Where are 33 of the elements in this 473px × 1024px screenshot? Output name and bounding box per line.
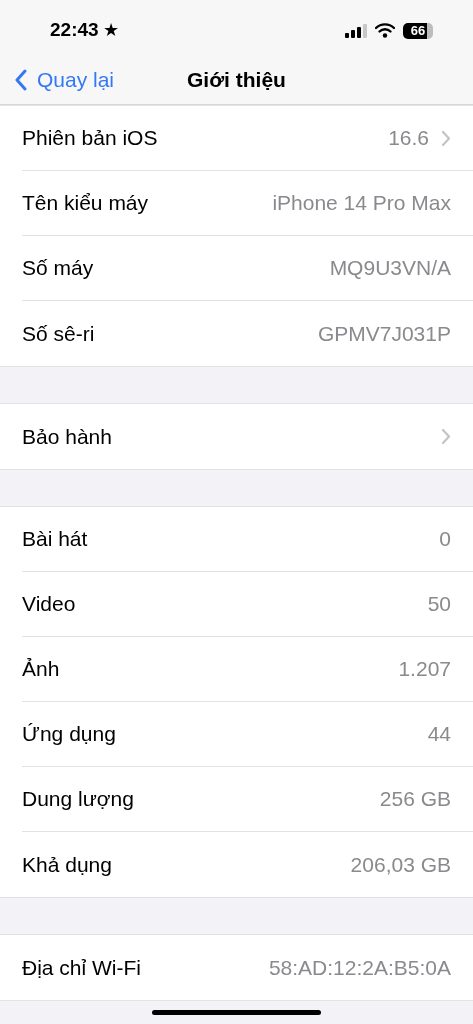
row-value: 256 GB <box>379 786 451 813</box>
row-value: MQ9U3VN/A <box>329 255 451 282</box>
signal-icon <box>345 23 367 38</box>
page-title: Giới thiệu <box>187 66 286 93</box>
chevron-right-icon[interactable] <box>441 428 451 445</box>
row-label: Dung lượng <box>22 786 134 813</box>
row-value: 16.6 <box>388 125 429 152</box>
star-glyph: ★ <box>102 19 119 42</box>
row-label: Video <box>22 591 76 618</box>
row-value: 0 <box>439 526 451 553</box>
row-label: Tên kiểu máy <box>22 190 149 217</box>
chevron-right-icon[interactable] <box>441 129 451 147</box>
row-label: Bảo hành <box>22 423 112 450</box>
row-label: Phiên bản iOS <box>22 125 158 152</box>
row-label: Số máy <box>22 255 94 282</box>
row-label: Khả dụng <box>22 851 112 878</box>
row-value: 1.207 <box>398 656 451 683</box>
row-value: 44 <box>427 721 451 748</box>
row-value: iPhone 14 Pro Max <box>272 190 451 217</box>
row-label: Địa chỉ Wi-Fi <box>22 954 141 981</box>
row-value: 58:AD:12:2A:B5:0A <box>268 954 451 981</box>
wifi-icon <box>375 23 395 38</box>
row-label: Số sê-ri <box>22 320 95 347</box>
row-value: 206,03 GB <box>350 851 451 878</box>
row-value: 50 <box>427 591 451 618</box>
battery-indicator: 66 <box>403 22 433 39</box>
row-value: GPMV7J031P <box>317 320 451 347</box>
status-time: 22:43 <box>50 18 99 43</box>
back-button[interactable]: Quay lại <box>0 63 115 96</box>
back-chevron-icon <box>14 68 28 91</box>
row-label: Bài hát <box>22 526 88 553</box>
row-label: Ảnh <box>22 656 60 683</box>
row-label: Ứng dụng <box>22 721 116 748</box>
